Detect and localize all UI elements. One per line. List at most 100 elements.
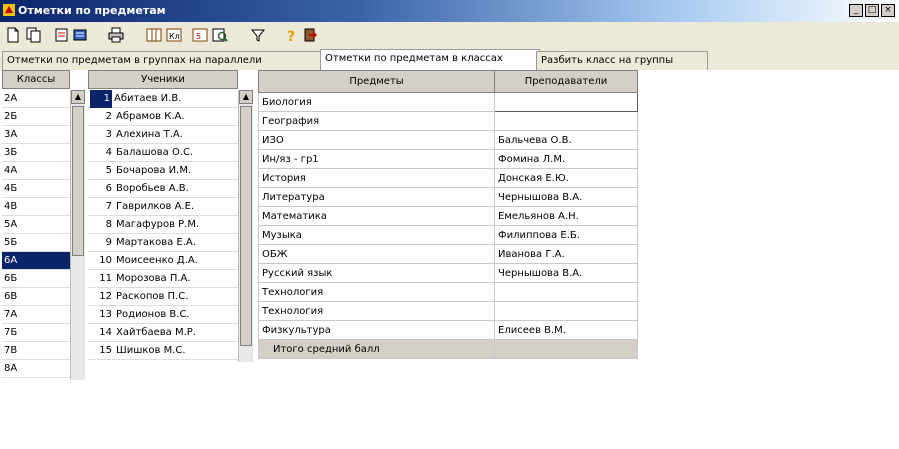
class-item[interactable]: 2Б <box>2 108 70 126</box>
class-journal-icon[interactable]: Кл <box>164 25 184 45</box>
class-item[interactable]: 6В <box>2 288 70 306</box>
table-row[interactable]: Технология <box>258 282 638 302</box>
class-item[interactable]: 2А <box>2 90 70 108</box>
class-item[interactable]: 3Б <box>2 144 70 162</box>
student-number: 9 <box>105 237 112 248</box>
export-icon[interactable] <box>52 25 72 45</box>
teacher-cell[interactable]: Фомина Л.М. <box>494 149 638 169</box>
student-item[interactable]: 10 Моисеенко Д.А. <box>88 252 238 270</box>
student-number: 2 <box>105 111 112 122</box>
subject-cell[interactable]: Физкультура <box>258 320 495 340</box>
search-icon[interactable] <box>210 25 230 45</box>
table-icon[interactable] <box>144 25 164 45</box>
minimize-button[interactable]: _ <box>849 4 863 17</box>
student-item[interactable]: 8 Магафуров Р.М. <box>88 216 238 234</box>
teacher-cell[interactable]: Емельянов А.Н. <box>494 206 638 226</box>
student-item[interactable]: 1 Абитаев И.В. <box>88 90 238 108</box>
exit-icon[interactable] <box>300 25 320 45</box>
teacher-cell[interactable]: Чернышова В.А. <box>494 187 638 207</box>
total-value <box>494 339 638 359</box>
class-item[interactable]: 8А <box>2 360 70 378</box>
student-item[interactable]: 2 Абрамов К.А. <box>88 108 238 126</box>
tab-group-grades[interactable]: Отметки по предметам в группах на паралл… <box>2 51 324 70</box>
subject-cell[interactable]: ОБЖ <box>258 244 495 264</box>
class-item[interactable]: 7Б <box>2 324 70 342</box>
student-item[interactable]: 15 Шишков М.С. <box>88 342 238 360</box>
class-item[interactable]: 3А <box>2 126 70 144</box>
table-row[interactable]: ИЗО Бальчева О.В. <box>258 130 638 150</box>
subject-cell[interactable]: Технология <box>258 301 495 321</box>
teacher-cell[interactable]: Елисеев В.М. <box>494 320 638 340</box>
subject-cell[interactable]: Биология <box>258 92 495 112</box>
table-row[interactable]: Физкультура Елисеев В.М. <box>258 320 638 340</box>
subject-cell[interactable]: Математика <box>258 206 495 226</box>
table-row[interactable]: ОБЖ Иванова Г.А. <box>258 244 638 264</box>
student-item[interactable]: 4 Балашова О.С. <box>88 144 238 162</box>
table-row[interactable]: История Донская Е.Ю. <box>258 168 638 188</box>
table-row[interactable]: Биология <box>258 92 638 112</box>
teachers-column-header[interactable]: Преподаватели <box>494 70 638 93</box>
teacher-cell[interactable] <box>494 282 638 302</box>
grades-icon[interactable]: 5 <box>190 25 210 45</box>
table-row[interactable]: География <box>258 111 638 131</box>
new-document-icon[interactable] <box>3 25 23 45</box>
teacher-cell[interactable] <box>494 92 638 112</box>
subject-cell[interactable]: Литература <box>258 187 495 207</box>
subject-cell[interactable]: Музыка <box>258 225 495 245</box>
table-row[interactable]: Музыка Филиппова Е.Б. <box>258 225 638 245</box>
teacher-cell[interactable] <box>494 301 638 321</box>
student-item[interactable]: 3 Алехина Т.А. <box>88 126 238 144</box>
classes-scrollbar[interactable]: ▲ <box>70 90 85 380</box>
scroll-thumb[interactable] <box>72 106 84 256</box>
students-scrollbar[interactable]: ▲ <box>238 90 253 362</box>
class-item[interactable]: 7В <box>2 342 70 360</box>
teacher-cell[interactable] <box>494 111 638 131</box>
class-item-selected[interactable]: 6А <box>2 252 70 270</box>
tab-split-class[interactable]: Разбить класс на группы <box>536 51 708 70</box>
teacher-cell[interactable]: Филиппова Е.Б. <box>494 225 638 245</box>
scroll-thumb[interactable] <box>240 106 252 346</box>
close-button[interactable]: × <box>881 4 895 17</box>
scroll-up-icon[interactable]: ▲ <box>239 90 253 104</box>
subject-cell[interactable]: Ин/яз - гр1 <box>258 149 495 169</box>
table-row[interactable]: Технология <box>258 301 638 321</box>
table-row[interactable]: Литература Чернышова В.А. <box>258 187 638 207</box>
subject-cell[interactable]: История <box>258 168 495 188</box>
subject-cell[interactable]: Русский язык <box>258 263 495 283</box>
student-item[interactable]: 11 Морозова П.А. <box>88 270 238 288</box>
student-item[interactable]: 14 Хайтбаева М.Р. <box>88 324 238 342</box>
table-row[interactable]: Русский язык Чернышова В.А. <box>258 263 638 283</box>
teacher-cell[interactable]: Донская Е.Ю. <box>494 168 638 188</box>
scroll-up-icon[interactable]: ▲ <box>71 90 85 104</box>
teacher-cell[interactable]: Чернышова В.А. <box>494 263 638 283</box>
maximize-button[interactable]: □ <box>865 4 879 17</box>
help-icon[interactable]: ? <box>282 25 302 45</box>
student-item[interactable]: 6 Воробьев А.В. <box>88 180 238 198</box>
import-icon[interactable] <box>70 25 90 45</box>
student-item[interactable]: 13 Родионов В.С. <box>88 306 238 324</box>
class-item[interactable]: 4А <box>2 162 70 180</box>
subject-cell[interactable]: ИЗО <box>258 130 495 150</box>
class-item[interactable]: 7А <box>2 306 70 324</box>
copy-icon[interactable] <box>24 25 44 45</box>
teacher-cell[interactable]: Бальчева О.В. <box>494 130 638 150</box>
student-item[interactable]: 9 Мартакова Е.А. <box>88 234 238 252</box>
class-item[interactable]: 5Б <box>2 234 70 252</box>
print-icon[interactable] <box>106 25 126 45</box>
tab-class-grades[interactable]: Отметки по предметам в классах <box>320 49 540 71</box>
class-item[interactable]: 4В <box>2 198 70 216</box>
student-number: 13 <box>99 309 112 320</box>
student-item[interactable]: 7 Гаврилков А.Е. <box>88 198 238 216</box>
subject-cell[interactable]: География <box>258 111 495 131</box>
student-item[interactable]: 5 Бочарова И.М. <box>88 162 238 180</box>
table-row[interactable]: Математика Емельянов А.Н. <box>258 206 638 226</box>
teacher-cell[interactable]: Иванова Г.А. <box>494 244 638 264</box>
filter-icon[interactable] <box>248 25 268 45</box>
table-row[interactable]: Ин/яз - гр1 Фомина Л.М. <box>258 149 638 169</box>
class-item[interactable]: 5А <box>2 216 70 234</box>
class-item[interactable]: 4Б <box>2 180 70 198</box>
subjects-column-header[interactable]: Предметы <box>258 70 495 93</box>
student-item[interactable]: 12 Раскопов П.С. <box>88 288 238 306</box>
subject-cell[interactable]: Технология <box>258 282 495 302</box>
class-item[interactable]: 6Б <box>2 270 70 288</box>
